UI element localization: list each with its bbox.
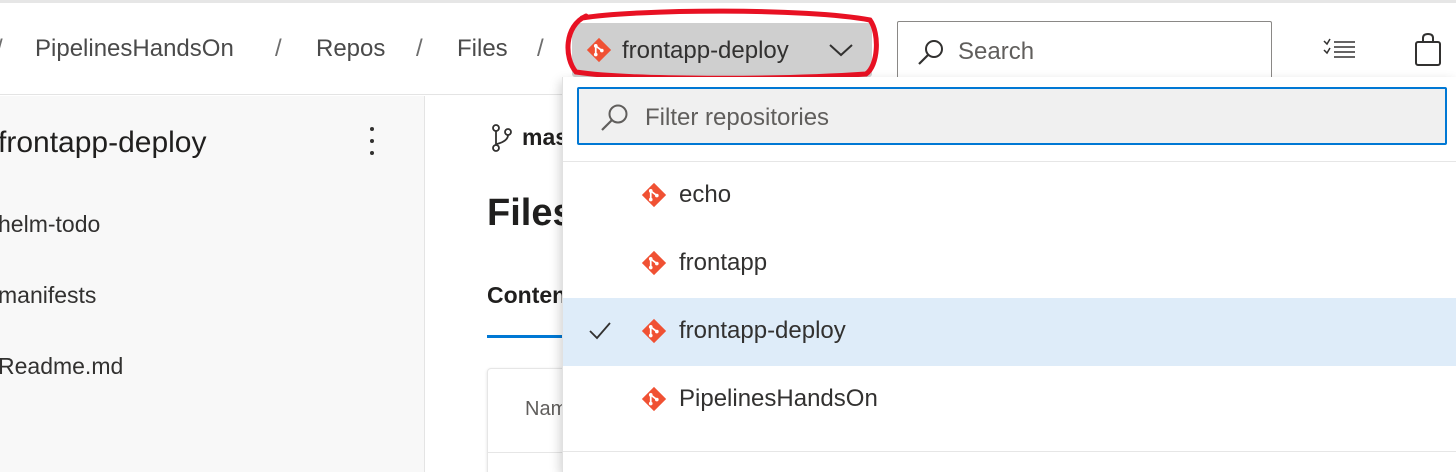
shopping-bag-icon[interactable]	[1414, 32, 1442, 72]
more-options-icon[interactable]	[362, 124, 382, 158]
breadcrumb-repos[interactable]: Repos	[316, 35, 385, 63]
search-placeholder: Search	[958, 38, 1035, 65]
git-repo-icon	[586, 37, 612, 68]
git-repo-icon	[641, 250, 667, 281]
repo-sidebar: frontapp-deploy helm-todo manifests Read…	[0, 96, 425, 472]
sidebar-item-readme[interactable]: Readme.md	[0, 353, 123, 380]
repo-option-pipelineshandson[interactable]: PipelinesHandsOn	[563, 366, 1456, 434]
repo-option-frontapp-deploy[interactable]: frontapp-deploy	[563, 298, 1456, 366]
list-icon[interactable]	[1322, 38, 1356, 67]
repo-option-label: frontapp	[679, 249, 768, 276]
breadcrumb-files[interactable]: Files	[457, 35, 508, 63]
breadcrumb-separator: /	[416, 35, 423, 62]
sidebar-item-helm-todo[interactable]: helm-todo	[0, 211, 100, 238]
repo-option-label: PipelinesHandsOn	[679, 385, 878, 412]
breadcrumb-separator: /	[537, 35, 544, 62]
tab-active-indicator	[487, 335, 567, 338]
repo-picker-label: frontapp-deploy	[622, 37, 789, 64]
git-repo-icon	[641, 182, 667, 213]
repo-option-label: echo	[679, 181, 732, 208]
page-title: Files	[487, 192, 574, 234]
repo-option-echo[interactable]: echo	[563, 162, 1456, 230]
checkmark-icon	[589, 322, 611, 345]
sidebar-item-manifests[interactable]: manifests	[0, 282, 96, 309]
breadcrumb-project[interactable]: PipelinesHandsOn	[35, 35, 234, 63]
repo-option-label: frontapp-deploy	[679, 317, 846, 344]
repo-option-frontapp[interactable]: frontapp	[563, 230, 1456, 298]
chevron-down-icon	[828, 41, 854, 64]
git-repo-icon	[641, 318, 667, 349]
repo-picker-button[interactable]: frontapp-deploy	[572, 23, 872, 77]
repo-dropdown-menu: Filter repositories echo frontapp fronta…	[562, 77, 1456, 472]
breadcrumb-separator: /	[0, 35, 3, 63]
search-icon	[599, 103, 631, 138]
divider	[563, 451, 1456, 452]
search-input[interactable]: Search	[897, 21, 1272, 83]
filter-repositories-input[interactable]: Filter repositories	[577, 87, 1447, 145]
sidebar-repo-title: frontapp-deploy	[0, 126, 207, 159]
breadcrumb-separator: /	[275, 35, 282, 62]
filter-placeholder: Filter repositories	[645, 104, 830, 131]
branch-icon	[490, 123, 514, 158]
search-icon	[916, 38, 946, 73]
git-repo-icon	[641, 386, 667, 417]
